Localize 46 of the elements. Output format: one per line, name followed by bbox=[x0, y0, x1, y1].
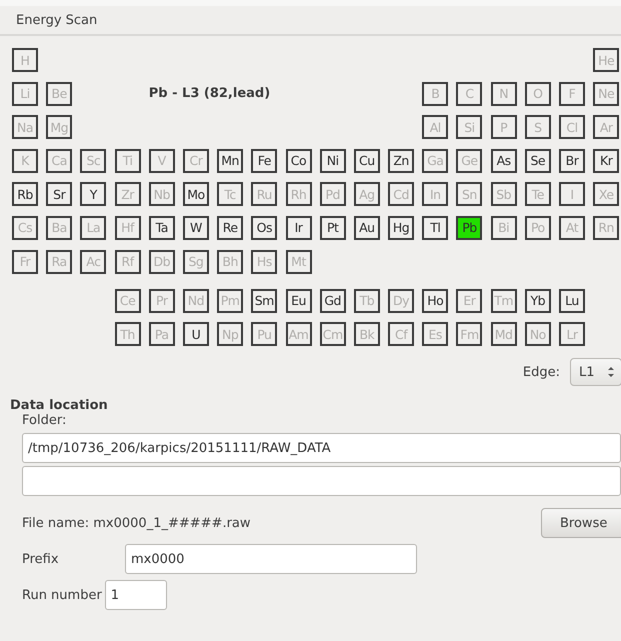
element-button[interactable]: Pt bbox=[320, 216, 346, 240]
element-button[interactable]: Sr bbox=[46, 182, 72, 206]
element-button[interactable]: Yb bbox=[524, 288, 551, 313]
window-title: Energy Scan bbox=[0, 6, 621, 36]
element-button[interactable]: Kr bbox=[593, 148, 620, 173]
spin-arrows-icon bbox=[607, 365, 615, 380]
element-button[interactable]: W bbox=[182, 216, 209, 240]
element-button[interactable]: Se bbox=[524, 148, 551, 173]
element-button[interactable]: Ni bbox=[320, 148, 346, 173]
element-button[interactable]: Lu bbox=[559, 288, 585, 313]
element-button[interactable]: Mo bbox=[182, 182, 209, 206]
input-field[interactable] bbox=[22, 466, 621, 496]
folder-field[interactable]: /tmp/10736_206/karpics/20151111/RAW_DATA bbox=[22, 433, 621, 464]
element-button[interactable]: Pb bbox=[456, 216, 482, 240]
run-number-label: Run number bbox=[22, 588, 102, 603]
element-button[interactable]: Re bbox=[217, 216, 244, 240]
element-button[interactable]: Ir bbox=[286, 216, 312, 240]
run-number-field[interactable]: 1 bbox=[104, 580, 167, 610]
browse-button[interactable]: Browse bbox=[541, 508, 621, 538]
element-button[interactable]: Mn bbox=[217, 148, 244, 173]
element-button[interactable]: Ho bbox=[422, 288, 448, 313]
element-button[interactable]: Hg bbox=[388, 216, 414, 240]
element-button[interactable]: Tl bbox=[422, 216, 448, 240]
element-button[interactable]: Rb bbox=[12, 182, 38, 206]
edge-label: Edge: bbox=[522, 364, 560, 380]
prefix-field[interactable]: mx0000 bbox=[125, 544, 417, 574]
element-button[interactable]: Au bbox=[354, 216, 380, 240]
element-button[interactable]: Os bbox=[251, 216, 278, 240]
element-button[interactable]: Br bbox=[559, 148, 585, 173]
folder-label: Folder: bbox=[22, 413, 68, 428]
selected-edge-label: Pb - L3 (82,lead) bbox=[148, 86, 272, 102]
element-button[interactable]: Co bbox=[286, 148, 312, 173]
element-button[interactable]: Zn bbox=[388, 148, 414, 173]
element-button[interactable]: Eu bbox=[286, 288, 312, 313]
element-button[interactable]: Y bbox=[80, 182, 106, 206]
element-button[interactable]: U bbox=[182, 322, 209, 346]
element-button[interactable]: Ta bbox=[148, 216, 175, 240]
element-button[interactable]: Gd bbox=[320, 288, 346, 313]
element-button[interactable]: Fe bbox=[251, 148, 278, 173]
element-button[interactable]: Sm bbox=[251, 288, 278, 313]
prefix-label: Prefix bbox=[22, 552, 60, 567]
edge-spinbox[interactable]: L1 bbox=[570, 358, 621, 386]
file-name-label: File name: mx0000_1_#####.raw bbox=[22, 516, 251, 531]
section-title: Data location bbox=[10, 398, 109, 414]
element-button[interactable]: Cu bbox=[354, 148, 380, 173]
element-button[interactable]: As bbox=[490, 148, 517, 173]
